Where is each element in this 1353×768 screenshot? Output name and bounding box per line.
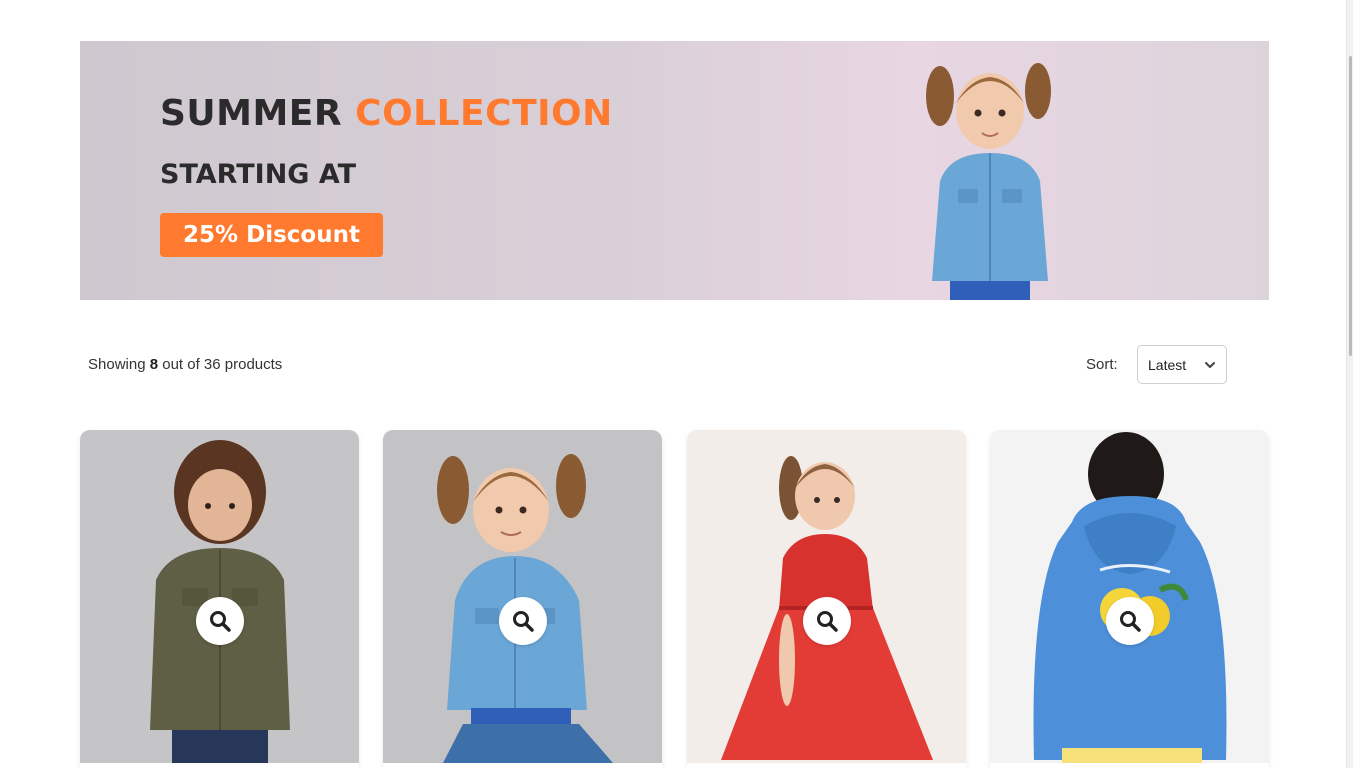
results-count: Showing 8 out of 36 products xyxy=(88,356,282,373)
card-footer xyxy=(383,763,662,768)
chevron-down-icon xyxy=(1205,362,1215,368)
product-card[interactable] xyxy=(687,430,966,768)
quick-view-button[interactable] xyxy=(196,597,244,645)
search-icon xyxy=(513,611,534,632)
search-icon xyxy=(1120,611,1141,632)
product-card[interactable] xyxy=(383,430,662,768)
product-card[interactable] xyxy=(80,430,359,768)
search-icon xyxy=(817,611,838,632)
quick-view-button[interactable] xyxy=(499,597,547,645)
banner-model-photo xyxy=(926,63,1051,300)
sort-select[interactable]: Latest xyxy=(1137,345,1227,384)
banner-title: SUMMER COLLECTION xyxy=(160,93,613,134)
sort-label: Sort: xyxy=(1086,356,1118,373)
banner-title-main: SUMMER xyxy=(160,93,356,134)
results-suffix: out of 36 products xyxy=(158,356,283,373)
banner-subtitle: STARTING AT xyxy=(160,159,357,190)
scrollbar-thumb[interactable] xyxy=(1349,56,1352,356)
product-card[interactable] xyxy=(990,430,1269,768)
banner-title-accent: COLLECTION xyxy=(355,93,613,134)
search-icon xyxy=(210,611,231,632)
card-footer xyxy=(990,763,1269,768)
shop-page: SUMMER COLLECTION STARTING AT 25% Discou… xyxy=(0,0,1353,768)
discount-badge: 25% Discount xyxy=(160,213,383,257)
results-prefix: Showing xyxy=(88,356,150,373)
quick-view-button[interactable] xyxy=(803,597,851,645)
quick-view-button[interactable] xyxy=(1106,597,1154,645)
page-scrollbar[interactable] xyxy=(1346,0,1353,768)
promo-banner[interactable]: SUMMER COLLECTION STARTING AT 25% Discou… xyxy=(80,41,1269,300)
card-footer xyxy=(687,763,966,768)
sort-selected-value: Latest xyxy=(1148,357,1187,373)
card-footer xyxy=(80,763,359,768)
results-shown: 8 xyxy=(149,356,159,373)
